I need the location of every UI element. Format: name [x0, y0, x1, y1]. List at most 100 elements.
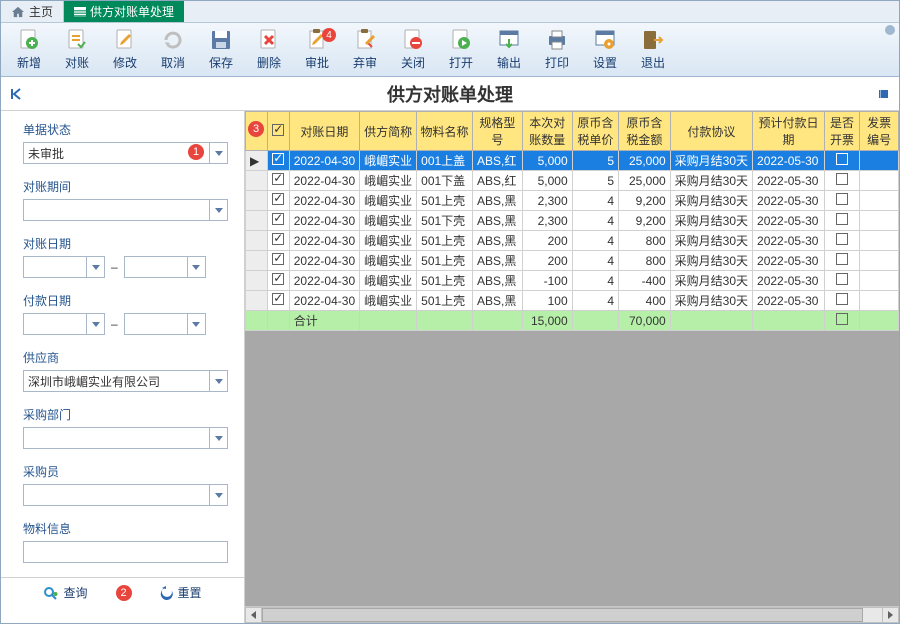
checkbox-icon[interactable]	[836, 273, 848, 285]
close-icon	[401, 28, 425, 52]
nav-first-button[interactable]	[7, 85, 25, 103]
callout-3: 3	[248, 121, 264, 137]
chevron-down-icon	[209, 485, 227, 505]
recon-icon	[65, 28, 89, 52]
callout-2: 2	[116, 585, 132, 601]
badge: 4	[322, 28, 336, 42]
filter-status-value: 未审批	[28, 145, 64, 162]
export-icon	[497, 28, 521, 52]
col-header[interactable]: 原币含税金额	[619, 112, 671, 151]
table-row[interactable]: 2022-04-30峨嵋实业501上壳ABS,黑2004800采购月结30天20…	[246, 231, 899, 251]
checkbox-icon[interactable]	[836, 173, 848, 185]
tool-save-button[interactable]: 保存	[197, 25, 245, 74]
filter-status-label: 单据状态	[23, 121, 228, 138]
chevron-down-icon	[209, 428, 227, 448]
checkbox-icon[interactable]	[272, 173, 284, 185]
tool-new-button[interactable]: 新增	[5, 25, 53, 74]
tool-print-button[interactable]: 打印	[533, 25, 581, 74]
checkbox-icon[interactable]	[836, 233, 848, 245]
tool-export-button[interactable]: 输出	[485, 25, 533, 74]
new-icon	[17, 28, 41, 52]
checkbox-icon	[836, 313, 848, 325]
filter-recondate-from[interactable]	[23, 256, 105, 278]
query-button[interactable]: 查询	[43, 584, 87, 601]
table-row[interactable]: 2022-04-30峨嵋实业501上壳ABS,黑-1004-400采购月结30天…	[246, 271, 899, 291]
tool-edit-button[interactable]: 修改	[101, 25, 149, 74]
filter-buyer-input[interactable]	[23, 484, 228, 506]
checkbox-icon[interactable]	[836, 153, 848, 165]
filter-period-input[interactable]	[23, 199, 228, 221]
scroll-thumb[interactable]	[262, 608, 863, 622]
tool-cancel-button[interactable]: 取消	[149, 25, 197, 74]
horizontal-scrollbar[interactable]	[245, 606, 899, 623]
filter-recondate-label: 对账日期	[23, 235, 228, 252]
col-header[interactable]: 是否开票	[824, 112, 859, 151]
chevron-down-icon	[209, 200, 227, 220]
table-row[interactable]: 2022-04-30峨嵋实业001下盖ABS,红5,000525,000采购月结…	[246, 171, 899, 191]
unapprove-icon	[353, 28, 377, 52]
filter-supplier-input[interactable]: 深圳市峨嵋实业有限公司	[23, 370, 228, 392]
col-header[interactable]: 对账日期	[289, 112, 359, 151]
col-header[interactable]: 付款协议	[670, 112, 752, 151]
checkbox-icon[interactable]	[272, 293, 284, 305]
checkbox-icon[interactable]	[272, 273, 284, 285]
tool-recon-button[interactable]: 对账	[53, 25, 101, 74]
filter-actions: 查询 2 重置	[1, 577, 244, 607]
callout-1: 1	[188, 144, 204, 160]
table-row[interactable]: 2022-04-30峨嵋实业501上壳ABS,黑2,30049,200采购月结3…	[246, 191, 899, 211]
filter-paydate-to[interactable]	[124, 313, 206, 335]
edit-icon	[113, 28, 137, 52]
filter-dept-input[interactable]	[23, 427, 228, 449]
tool-approve-button[interactable]: 审批4	[293, 25, 341, 74]
tab-active[interactable]: 供方对账单处理	[64, 1, 184, 22]
checkbox-icon[interactable]	[272, 124, 284, 136]
col-header[interactable]: 发票编号	[860, 112, 899, 151]
checkbox-icon[interactable]	[272, 233, 284, 245]
chevron-down-icon	[187, 257, 205, 277]
tab-home-label: 主页	[29, 3, 53, 20]
checkbox-icon[interactable]	[272, 153, 284, 165]
checkbox-icon[interactable]	[836, 193, 848, 205]
checkbox-icon[interactable]	[272, 213, 284, 225]
col-header[interactable]: 物料名称	[417, 112, 473, 151]
filter-paydate-from[interactable]	[23, 313, 105, 335]
tool-open-button[interactable]: 打开	[437, 25, 485, 74]
filter-material-input[interactable]	[23, 541, 228, 563]
data-grid[interactable]: 对账日期供方简称物料名称规格型号本次对账数量原币含税单价原币含税金额付款协议预计…	[245, 111, 899, 331]
checkbox-icon[interactable]	[272, 253, 284, 265]
col-header[interactable]: 预计付款日期	[753, 112, 825, 151]
filter-dept-label: 采购部门	[23, 406, 228, 423]
checkbox-icon[interactable]	[272, 193, 284, 205]
checkbox-icon[interactable]	[836, 213, 848, 225]
col-header[interactable]: 规格型号	[472, 112, 522, 151]
col-header[interactable]: 原币含税单价	[572, 112, 618, 151]
tab-home[interactable]: 主页	[1, 1, 64, 22]
toolbar: 新增对账修改取消保存删除审批4弃审关闭打开输出打印设置退出	[1, 23, 899, 77]
title-bar: 供方对账单处理	[1, 77, 899, 111]
table-row[interactable]: ▶2022-04-30峨嵋实业001上盖ABS,红5,000525,000采购月…	[246, 151, 899, 171]
checkbox-icon[interactable]	[836, 293, 848, 305]
table-row[interactable]: 2022-04-30峨嵋实业501下壳ABS,黑2,30049,200采购月结3…	[246, 211, 899, 231]
tool-exit-button[interactable]: 退出	[629, 25, 677, 74]
reset-button[interactable]: 重置	[160, 584, 202, 601]
delete-icon	[257, 28, 281, 52]
nav-last-button[interactable]	[875, 85, 893, 103]
tool-settings-button[interactable]: 设置	[581, 25, 629, 74]
scroll-right-button[interactable]	[882, 607, 899, 623]
table-row[interactable]: 2022-04-30峨嵋实业501上壳ABS,黑2004800采购月结30天20…	[246, 251, 899, 271]
col-header[interactable]: 供方简称	[360, 112, 417, 151]
filter-recondate-to[interactable]	[124, 256, 206, 278]
filter-supplier-value: 深圳市峨嵋实业有限公司	[28, 373, 160, 390]
table-row[interactable]: 2022-04-30峨嵋实业501上壳ABS,黑1004400采购月结30天20…	[246, 291, 899, 311]
tool-close-button[interactable]: 关闭	[389, 25, 437, 74]
scroll-left-button[interactable]	[245, 607, 262, 623]
toolbar-collapse-icon[interactable]	[885, 25, 895, 35]
col-header[interactable]: 本次对账数量	[522, 112, 572, 151]
chevron-down-icon	[187, 314, 205, 334]
tool-unapprove-button[interactable]: 弃审	[341, 25, 389, 74]
col-check[interactable]	[267, 112, 289, 151]
tool-delete-button[interactable]: 删除	[245, 25, 293, 74]
chevron-down-icon	[86, 314, 104, 334]
grid-icon	[74, 7, 86, 17]
checkbox-icon[interactable]	[836, 253, 848, 265]
